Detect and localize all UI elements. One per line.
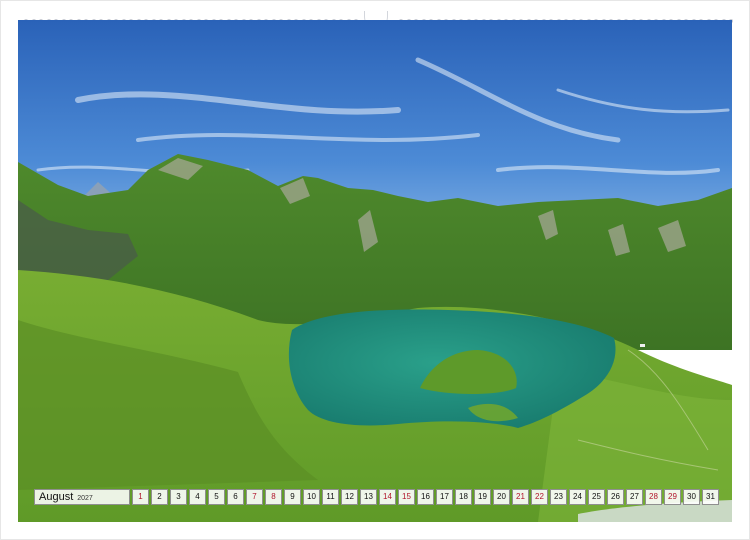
calendar-page: August 2027 1 2 3 4 5 6 7 8 9 10 11 12 13 14 15 16 17 18 1… xyxy=(0,0,750,540)
day-cell: 27 xyxy=(626,489,643,505)
day-cell: 7 xyxy=(246,489,263,505)
day-cell: 10 xyxy=(303,489,320,505)
day-cell: 28 xyxy=(645,489,662,505)
day-cell: 23 xyxy=(550,489,567,505)
day-cell: 15 xyxy=(398,489,415,505)
day-cell: 14 xyxy=(379,489,396,505)
day-cell: 22 xyxy=(531,489,548,505)
day-cell: 24 xyxy=(569,489,586,505)
day-cell: 25 xyxy=(588,489,605,505)
day-cell: 19 xyxy=(474,489,491,505)
day-cell: 16 xyxy=(417,489,434,505)
month-label: August 2027 xyxy=(34,489,130,505)
day-cell: 1 xyxy=(132,489,149,505)
year-label: 2027 xyxy=(77,495,93,502)
day-cell: 3 xyxy=(170,489,187,505)
day-cell: 4 xyxy=(189,489,206,505)
day-cell: 18 xyxy=(455,489,472,505)
day-cell: 12 xyxy=(341,489,358,505)
day-cell: 20 xyxy=(493,489,510,505)
day-cell: 30 xyxy=(683,489,700,505)
month-name: August xyxy=(39,491,74,503)
landscape-photo xyxy=(18,20,732,522)
day-cell: 26 xyxy=(607,489,624,505)
mountain-hut xyxy=(640,344,645,347)
day-cell: 11 xyxy=(322,489,339,505)
day-cell: 6 xyxy=(227,489,244,505)
day-cells: 1 2 3 4 5 6 7 8 9 10 11 12 13 14 15 16 17 18 19 20 21 22 23 24 2… xyxy=(132,489,721,505)
day-cell: 8 xyxy=(265,489,282,505)
calendar-strip: August 2027 1 2 3 4 5 6 7 8 9 10 11 12 13 14 15 16 17 18 1… xyxy=(34,488,721,506)
day-cell: 5 xyxy=(208,489,225,505)
landscape-illustration xyxy=(18,20,732,522)
day-cell: 31 xyxy=(702,489,719,505)
day-cell: 2 xyxy=(151,489,168,505)
day-cell: 17 xyxy=(436,489,453,505)
day-cell: 21 xyxy=(512,489,529,505)
day-cell: 9 xyxy=(284,489,301,505)
day-cell: 29 xyxy=(664,489,681,505)
day-cell: 13 xyxy=(360,489,377,505)
